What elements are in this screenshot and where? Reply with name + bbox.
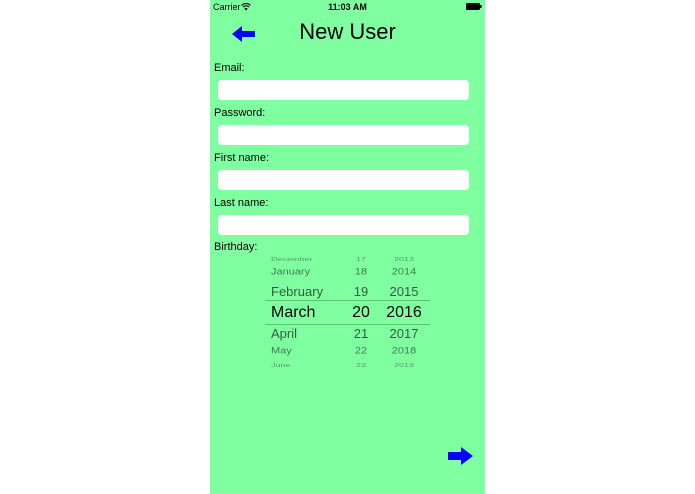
picker-day-column[interactable]: 17 18 19 20 21 22 23: [345, 252, 377, 372]
status-time: 11:03 AM: [328, 2, 367, 12]
picker-day-item[interactable]: 19: [345, 284, 377, 299]
last-name-label: Last name:: [214, 197, 269, 209]
first-name-label: First name:: [214, 152, 270, 164]
status-bar: Carrier 11:03 AM: [210, 0, 485, 14]
battery-icon: [466, 3, 482, 10]
picker-year-item[interactable]: 2019: [382, 362, 426, 368]
picker-month-item[interactable]: January: [271, 267, 343, 277]
picker-month-item[interactable]: February: [271, 284, 343, 299]
picker-month-item[interactable]: May: [271, 346, 343, 356]
picker-year-item[interactable]: 2015: [382, 284, 426, 299]
picker-month-item[interactable]: December: [271, 256, 343, 262]
page-title: New User: [299, 19, 396, 44]
picker-year-item[interactable]: 2018: [382, 346, 426, 356]
picker-month-item[interactable]: June: [271, 362, 343, 368]
email-field[interactable]: [218, 80, 469, 100]
picker-day-item[interactable]: 20: [345, 304, 377, 322]
picker-month-item[interactable]: March: [271, 304, 343, 322]
password-field[interactable]: [218, 125, 469, 145]
picker-day-item[interactable]: 17: [345, 256, 377, 262]
picker-year-item[interactable]: 2014: [382, 267, 426, 277]
picker-month-item[interactable]: April: [271, 326, 343, 341]
forward-arrow-icon[interactable]: [447, 446, 473, 466]
birthday-date-picker[interactable]: December January February March April Ma…: [265, 252, 430, 372]
picker-day-item[interactable]: 23: [345, 362, 377, 368]
picker-year-item[interactable]: 2016: [382, 304, 426, 322]
picker-year-column[interactable]: 2013 2014 2015 2016 2017 2018 2019: [382, 252, 426, 372]
birthday-label: Birthday:: [214, 241, 258, 253]
picker-day-item[interactable]: 18: [345, 267, 377, 277]
picker-year-item[interactable]: 2013: [382, 256, 426, 262]
email-label: Email:: [214, 62, 245, 74]
app-screen: Carrier 11:03 AM New User Email: Passwor…: [210, 0, 485, 494]
first-name-field[interactable]: [218, 170, 469, 190]
picker-day-item[interactable]: 22: [345, 346, 377, 356]
picker-month-column[interactable]: December January February March April Ma…: [271, 252, 343, 372]
last-name-field[interactable]: [218, 215, 469, 235]
picker-year-item[interactable]: 2017: [382, 326, 426, 341]
picker-day-item[interactable]: 21: [345, 326, 377, 341]
password-label: Password:: [214, 107, 266, 119]
